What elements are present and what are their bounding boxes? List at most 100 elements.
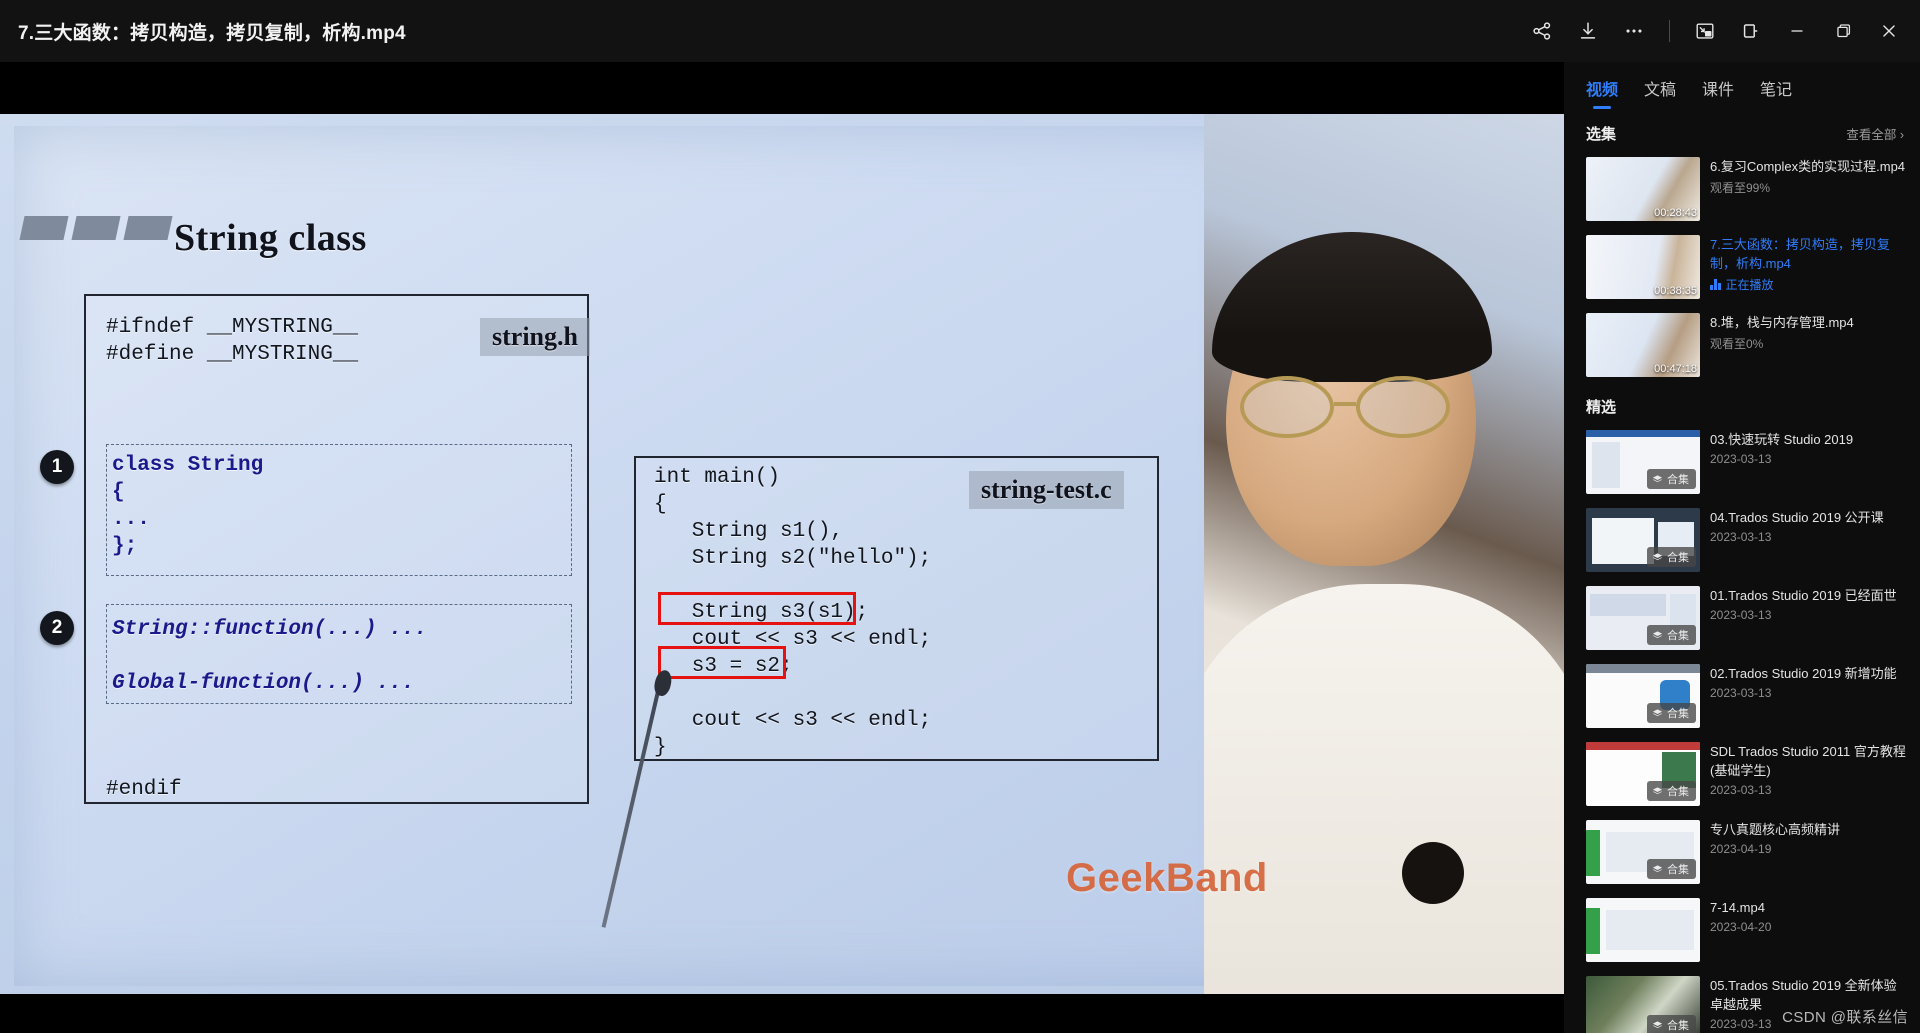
string-test-label: string-test.c [969, 471, 1124, 509]
thumbnail-duration: 00:38:35 [1654, 285, 1697, 297]
video-player-window: 7.三大函数：拷贝构造，拷贝复制，析构.mp4 String class #if… [0, 0, 1920, 1033]
highlight-box-copy-ctor [658, 592, 856, 625]
list-item-date: 2023-04-19 [1710, 842, 1772, 856]
maximize-icon[interactable] [1820, 0, 1866, 62]
thumbnail-duration: 00:47:18 [1654, 363, 1697, 375]
list-item-title: 6.复习Complex类的实现过程.mp4 [1710, 159, 1906, 174]
section-header-playlist: 选集 查看全部 › [1564, 111, 1920, 150]
page-title: 7.三大函数：拷贝构造，拷贝复制，析构.mp4 [18, 22, 406, 44]
endif-code: #endif [106, 778, 182, 801]
video-stage[interactable]: String class #ifndef __MYSTRING__ #defin… [0, 62, 1564, 1033]
layers-icon [1652, 708, 1663, 716]
tab-notes[interactable]: 笔记 [1760, 76, 1792, 111]
thumbnail: 合集 [1586, 430, 1700, 494]
csdn-watermark: CSDN @联系丝信 [1782, 1009, 1908, 1026]
list-item[interactable]: 合集 SDL Trados Studio 2011 官方教程(基础学生) 202… [1564, 735, 1920, 813]
sidebar-toggle-icon[interactable] [1728, 0, 1774, 62]
list-item[interactable]: 00:28:43 6.复习Complex类的实现过程.mp4 观看至99% [1564, 150, 1920, 228]
instructor-microphone [1402, 842, 1464, 904]
collection-badge-label: 合集 [1667, 552, 1689, 564]
list-item-meta: 01.Trados Studio 2019 已经面世 2023-03-13 [1710, 586, 1906, 650]
instructor-body [1204, 584, 1564, 994]
collection-badge-label: 合集 [1667, 864, 1689, 876]
collection-badge: 合集 [1647, 859, 1696, 879]
layers-icon [1652, 552, 1663, 560]
right-sidebar: 视频 文稿 课件 笔记 选集 查看全部 › 00:28:43 6.复习Compl… [1564, 62, 1920, 1033]
download-icon[interactable] [1565, 0, 1611, 62]
layers-icon [1652, 1020, 1663, 1028]
view-all-label: 查看全部 [1846, 128, 1897, 142]
title-bar: 7.三大函数：拷贝构造，拷贝复制，析构.mp4 [0, 0, 1920, 62]
sidebar-scroll-area[interactable]: 选集 查看全部 › 00:28:43 6.复习Complex类的实现过程.mp4… [1564, 111, 1920, 1033]
list-item-progress: 观看至0% [1710, 337, 1764, 351]
player-body: String class #ifndef __MYSTRING__ #defin… [0, 62, 1920, 1033]
sidebar-tabs: 视频 文稿 课件 笔记 [1564, 62, 1920, 111]
video-frame: String class #ifndef __MYSTRING__ #defin… [0, 114, 1564, 994]
list-item[interactable]: 7-14.mp4 2023-04-20 [1564, 891, 1920, 969]
layers-icon [1652, 630, 1663, 638]
collection-badge: 合集 [1647, 469, 1696, 489]
thumbnail: 合集 [1586, 820, 1700, 884]
toolbar-divider [1669, 20, 1670, 42]
list-item-meta: 8.堆，栈与内存管理.mp4 观看至0% [1710, 313, 1906, 377]
tab-video[interactable]: 视频 [1586, 76, 1618, 111]
share-icon[interactable] [1519, 0, 1565, 62]
slide-bullet-1: 1 [40, 450, 74, 484]
collection-badge-label: 合集 [1667, 708, 1689, 720]
view-all-link[interactable]: 查看全部 › [1846, 124, 1904, 143]
minimize-icon[interactable] [1774, 0, 1820, 62]
tab-courseware[interactable]: 课件 [1702, 76, 1734, 111]
list-item-meta: 03.快速玩转 Studio 2019 2023-03-13 [1710, 430, 1906, 494]
list-item[interactable]: 合集 专八真题核心高频精讲 2023-04-19 [1564, 813, 1920, 891]
slide-decoration-bars [19, 216, 173, 240]
list-item[interactable]: 00:47:18 8.堆，栈与内存管理.mp4 观看至0% [1564, 306, 1920, 384]
list-item-date: 2023-03-13 [1710, 686, 1772, 700]
collection-badge: 合集 [1647, 1015, 1696, 1033]
picture-in-picture-icon[interactable] [1682, 0, 1728, 62]
thumbnail-duration: 00:28:43 [1654, 207, 1697, 219]
member-function-code: String::function(...) ... [112, 618, 428, 641]
list-item-meta: 专八真题核心高频精讲 2023-04-19 [1710, 820, 1906, 884]
class-string-code: class String { ... }; [112, 454, 264, 558]
thumbnail: 合集 [1586, 586, 1700, 650]
global-function-code: Global-function(...) ... [112, 672, 415, 695]
list-item-title: 02.Trados Studio 2019 新增功能 [1710, 666, 1897, 681]
collection-badge: 合集 [1647, 781, 1696, 801]
collection-badge: 合集 [1647, 625, 1696, 645]
collection-badge: 合集 [1647, 547, 1696, 567]
list-item-date: 2023-04-20 [1710, 920, 1772, 934]
collection-badge-label: 合集 [1667, 1020, 1689, 1032]
list-item[interactable]: 00:38:35 7.三大函数：拷贝构造，拷贝复制，析构.mp4 正在播放 [1564, 228, 1920, 306]
section-title-featured: 精选 [1586, 399, 1617, 416]
layers-icon [1652, 474, 1663, 482]
list-item-meta: 6.复习Complex类的实现过程.mp4 观看至99% [1710, 157, 1906, 221]
list-item[interactable]: 合集 04.Trados Studio 2019 公开课 2023-03-13 [1564, 501, 1920, 579]
now-playing-label: 正在播放 [1725, 278, 1774, 292]
more-icon[interactable] [1611, 0, 1657, 62]
layers-icon [1652, 864, 1663, 872]
list-item[interactable]: 合集 02.Trados Studio 2019 新增功能 2023-03-13 [1564, 657, 1920, 735]
list-item-date: 2023-03-13 [1710, 530, 1772, 544]
now-playing-icon [1710, 279, 1721, 290]
instructor-glasses-bridge [1334, 402, 1356, 406]
list-item-title: 04.Trados Studio 2019 公开课 [1710, 510, 1884, 525]
thumbnail: 00:47:18 [1586, 313, 1700, 377]
window-controls [1519, 0, 1912, 62]
list-item[interactable]: 合集 03.快速玩转 Studio 2019 2023-03-13 [1564, 423, 1920, 501]
list-item-title: 7.三大函数：拷贝构造，拷贝复制，析构.mp4 [1710, 237, 1890, 271]
thumbnail: 合集 [1586, 664, 1700, 728]
list-item-title: 03.快速玩转 Studio 2019 [1710, 432, 1854, 447]
tab-transcript[interactable]: 文稿 [1644, 76, 1676, 111]
header-guard-code: #ifndef __MYSTRING__ #define __MYSTRING_… [106, 316, 359, 366]
collection-badge: 合集 [1647, 703, 1696, 723]
list-item-meta: 7-14.mp4 2023-04-20 [1710, 898, 1906, 962]
close-icon[interactable] [1866, 0, 1912, 62]
list-item-title: 专八真题核心高频精讲 [1710, 822, 1841, 837]
thumbnail: 合集 [1586, 508, 1700, 572]
featured-list: 合集 03.快速玩转 Studio 2019 2023-03-13 合集 04.… [1564, 423, 1920, 1033]
slide-bullet-2: 2 [40, 611, 74, 645]
instructor-glasses-left [1240, 376, 1334, 438]
instructor-glasses-right [1356, 376, 1450, 438]
list-item[interactable]: 合集 01.Trados Studio 2019 已经面世 2023-03-13 [1564, 579, 1920, 657]
slide-title: String class [174, 217, 367, 259]
